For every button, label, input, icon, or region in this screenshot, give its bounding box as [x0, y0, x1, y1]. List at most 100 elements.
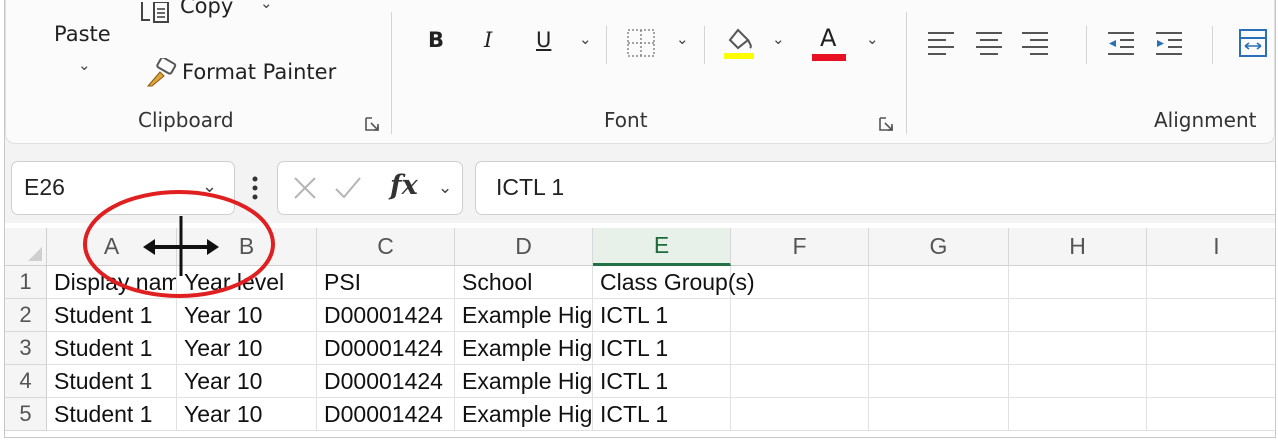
paste-label: Paste [54, 22, 111, 46]
fx-dropdown-chevron-icon[interactable]: ⌄ [438, 178, 452, 198]
insert-function-button[interactable]: fx [390, 170, 418, 201]
cell-b3[interactable]: Year 10 [177, 332, 317, 365]
font-group-label: Font [604, 108, 648, 132]
cell-c1[interactable]: PSI [317, 266, 455, 299]
copy-dropdown-chevron-icon[interactable]: ⌄ [260, 0, 273, 12]
cell-e2[interactable]: ICTL 1 [593, 299, 731, 332]
font-color-dropdown-chevron-icon[interactable]: ⌄ [866, 30, 879, 48]
column-header-f[interactable]: F [731, 228, 869, 266]
column-header-h[interactable]: H [1009, 228, 1147, 266]
font-color-button[interactable]: A [812, 20, 848, 64]
increase-indent-icon[interactable] [1154, 30, 1184, 56]
row-header-3[interactable]: 3 [5, 332, 47, 365]
cell-d4[interactable]: Example High [455, 365, 593, 398]
cell-e5[interactable]: ICTL 1 [593, 398, 731, 431]
row-header-4[interactable]: 4 [5, 365, 47, 398]
cell-e1[interactable]: Class Group(s) [593, 266, 755, 299]
copy-icon [141, 2, 169, 23]
copy-label: Copy [180, 0, 234, 18]
cell-a2[interactable]: Student 1 [47, 299, 177, 332]
cell-c2[interactable]: D00001424 [317, 299, 455, 332]
font-color-swatch [812, 54, 846, 61]
cell-a4[interactable]: Student 1 [47, 365, 177, 398]
column-resize-cursor-icon [143, 216, 219, 276]
cell-c3[interactable]: D00001424 [317, 332, 455, 365]
cell-e3[interactable]: ICTL 1 [593, 332, 731, 365]
cell-i4[interactable] [1147, 365, 1275, 398]
cancel-entry-icon[interactable] [292, 175, 318, 201]
cell-f2[interactable] [731, 299, 869, 332]
paste-button[interactable]: Paste ⌄ [42, 14, 124, 86]
cell-d2[interactable]: Example High [455, 299, 593, 332]
cell-g3[interactable] [869, 332, 1009, 365]
alignment-divider [1212, 26, 1213, 64]
cell-d3[interactable]: Example High [455, 332, 593, 365]
cell-c5[interactable]: D00001424 [317, 398, 455, 431]
cell-h1[interactable] [1009, 266, 1147, 299]
fill-color-dropdown-chevron-icon[interactable]: ⌄ [772, 30, 785, 48]
font-divider [704, 26, 705, 64]
formula-input[interactable]: ICTL 1 [475, 161, 1275, 215]
column-header-g[interactable]: G [869, 228, 1009, 266]
borders-dropdown-chevron-icon[interactable]: ⌄ [676, 30, 689, 48]
fill-color-swatch [724, 53, 754, 59]
cell-a5[interactable]: Student 1 [47, 398, 177, 431]
decrease-indent-icon[interactable] [1106, 30, 1136, 56]
cell-h4[interactable] [1009, 365, 1147, 398]
cell-i2[interactable] [1147, 299, 1275, 332]
cell-f3[interactable] [731, 332, 869, 365]
copy-button[interactable]: Copy ⌄ [140, 0, 300, 34]
select-all-corner[interactable] [5, 228, 47, 266]
cell-c4[interactable]: D00001424 [317, 365, 455, 398]
cell-h2[interactable] [1009, 299, 1147, 332]
cell-g5[interactable] [869, 398, 1009, 431]
format-painter-icon [146, 58, 177, 87]
cell-f5[interactable] [731, 398, 869, 431]
align-left-icon[interactable] [926, 30, 956, 56]
cell-h3[interactable] [1009, 332, 1147, 365]
row-header-5[interactable]: 5 [5, 398, 47, 431]
cell-b5[interactable]: Year 10 [177, 398, 317, 431]
align-center-icon[interactable] [974, 30, 1004, 56]
cell-i1[interactable] [1147, 266, 1275, 299]
ribbon-divider [906, 12, 907, 134]
align-right-icon[interactable] [1020, 30, 1050, 56]
home-ribbon-panel: Paste ⌄ Copy ⌄ Format Painter Clipboard … [5, 0, 1275, 144]
format-painter-button[interactable]: Format Painter [140, 54, 370, 94]
cell-g4[interactable] [869, 365, 1009, 398]
underline-button[interactable]: U [536, 28, 551, 52]
cell-i3[interactable] [1147, 332, 1275, 365]
cell-b4[interactable]: Year 10 [177, 365, 317, 398]
column-header-c[interactable]: C [317, 228, 455, 266]
row-header-1[interactable]: 1 [5, 266, 47, 299]
cell-f4[interactable] [731, 365, 869, 398]
name-box-value: E26 [24, 174, 65, 200]
bold-button[interactable]: B [428, 28, 444, 52]
italic-button[interactable]: I [484, 28, 492, 52]
font-color-letter-icon: A [820, 24, 837, 52]
underline-dropdown-chevron-icon[interactable]: ⌄ [579, 30, 592, 48]
cell-e4[interactable]: ICTL 1 [593, 365, 731, 398]
paste-dropdown-chevron-icon[interactable]: ⌄ [78, 56, 91, 74]
cell-g2[interactable] [869, 299, 1009, 332]
column-header-d[interactable]: D [455, 228, 593, 266]
cell-h5[interactable] [1009, 398, 1147, 431]
font-dialog-launcher-icon[interactable] [878, 116, 894, 132]
fill-color-icon[interactable] [722, 24, 756, 60]
cell-g1[interactable] [869, 266, 1009, 299]
cell-i5[interactable] [1147, 398, 1275, 431]
confirm-entry-icon[interactable] [334, 175, 362, 201]
wrap-text-icon[interactable] [1238, 28, 1268, 58]
borders-icon[interactable] [626, 28, 656, 58]
format-painter-label: Format Painter [182, 60, 337, 84]
row-header-2[interactable]: 2 [5, 299, 47, 332]
ribbon: Paste ⌄ Copy ⌄ Format Painter Clipboard … [5, 0, 1275, 147]
cell-d1[interactable]: School [455, 266, 593, 299]
column-header-i[interactable]: I [1147, 228, 1275, 266]
clipboard-dialog-launcher-icon[interactable] [364, 116, 380, 132]
cell-b2[interactable]: Year 10 [177, 299, 317, 332]
alignment-group-label: Alignment [1154, 108, 1257, 132]
column-header-e[interactable]: E [593, 228, 731, 266]
cell-a3[interactable]: Student 1 [47, 332, 177, 365]
cell-d5[interactable]: Example High [455, 398, 593, 431]
